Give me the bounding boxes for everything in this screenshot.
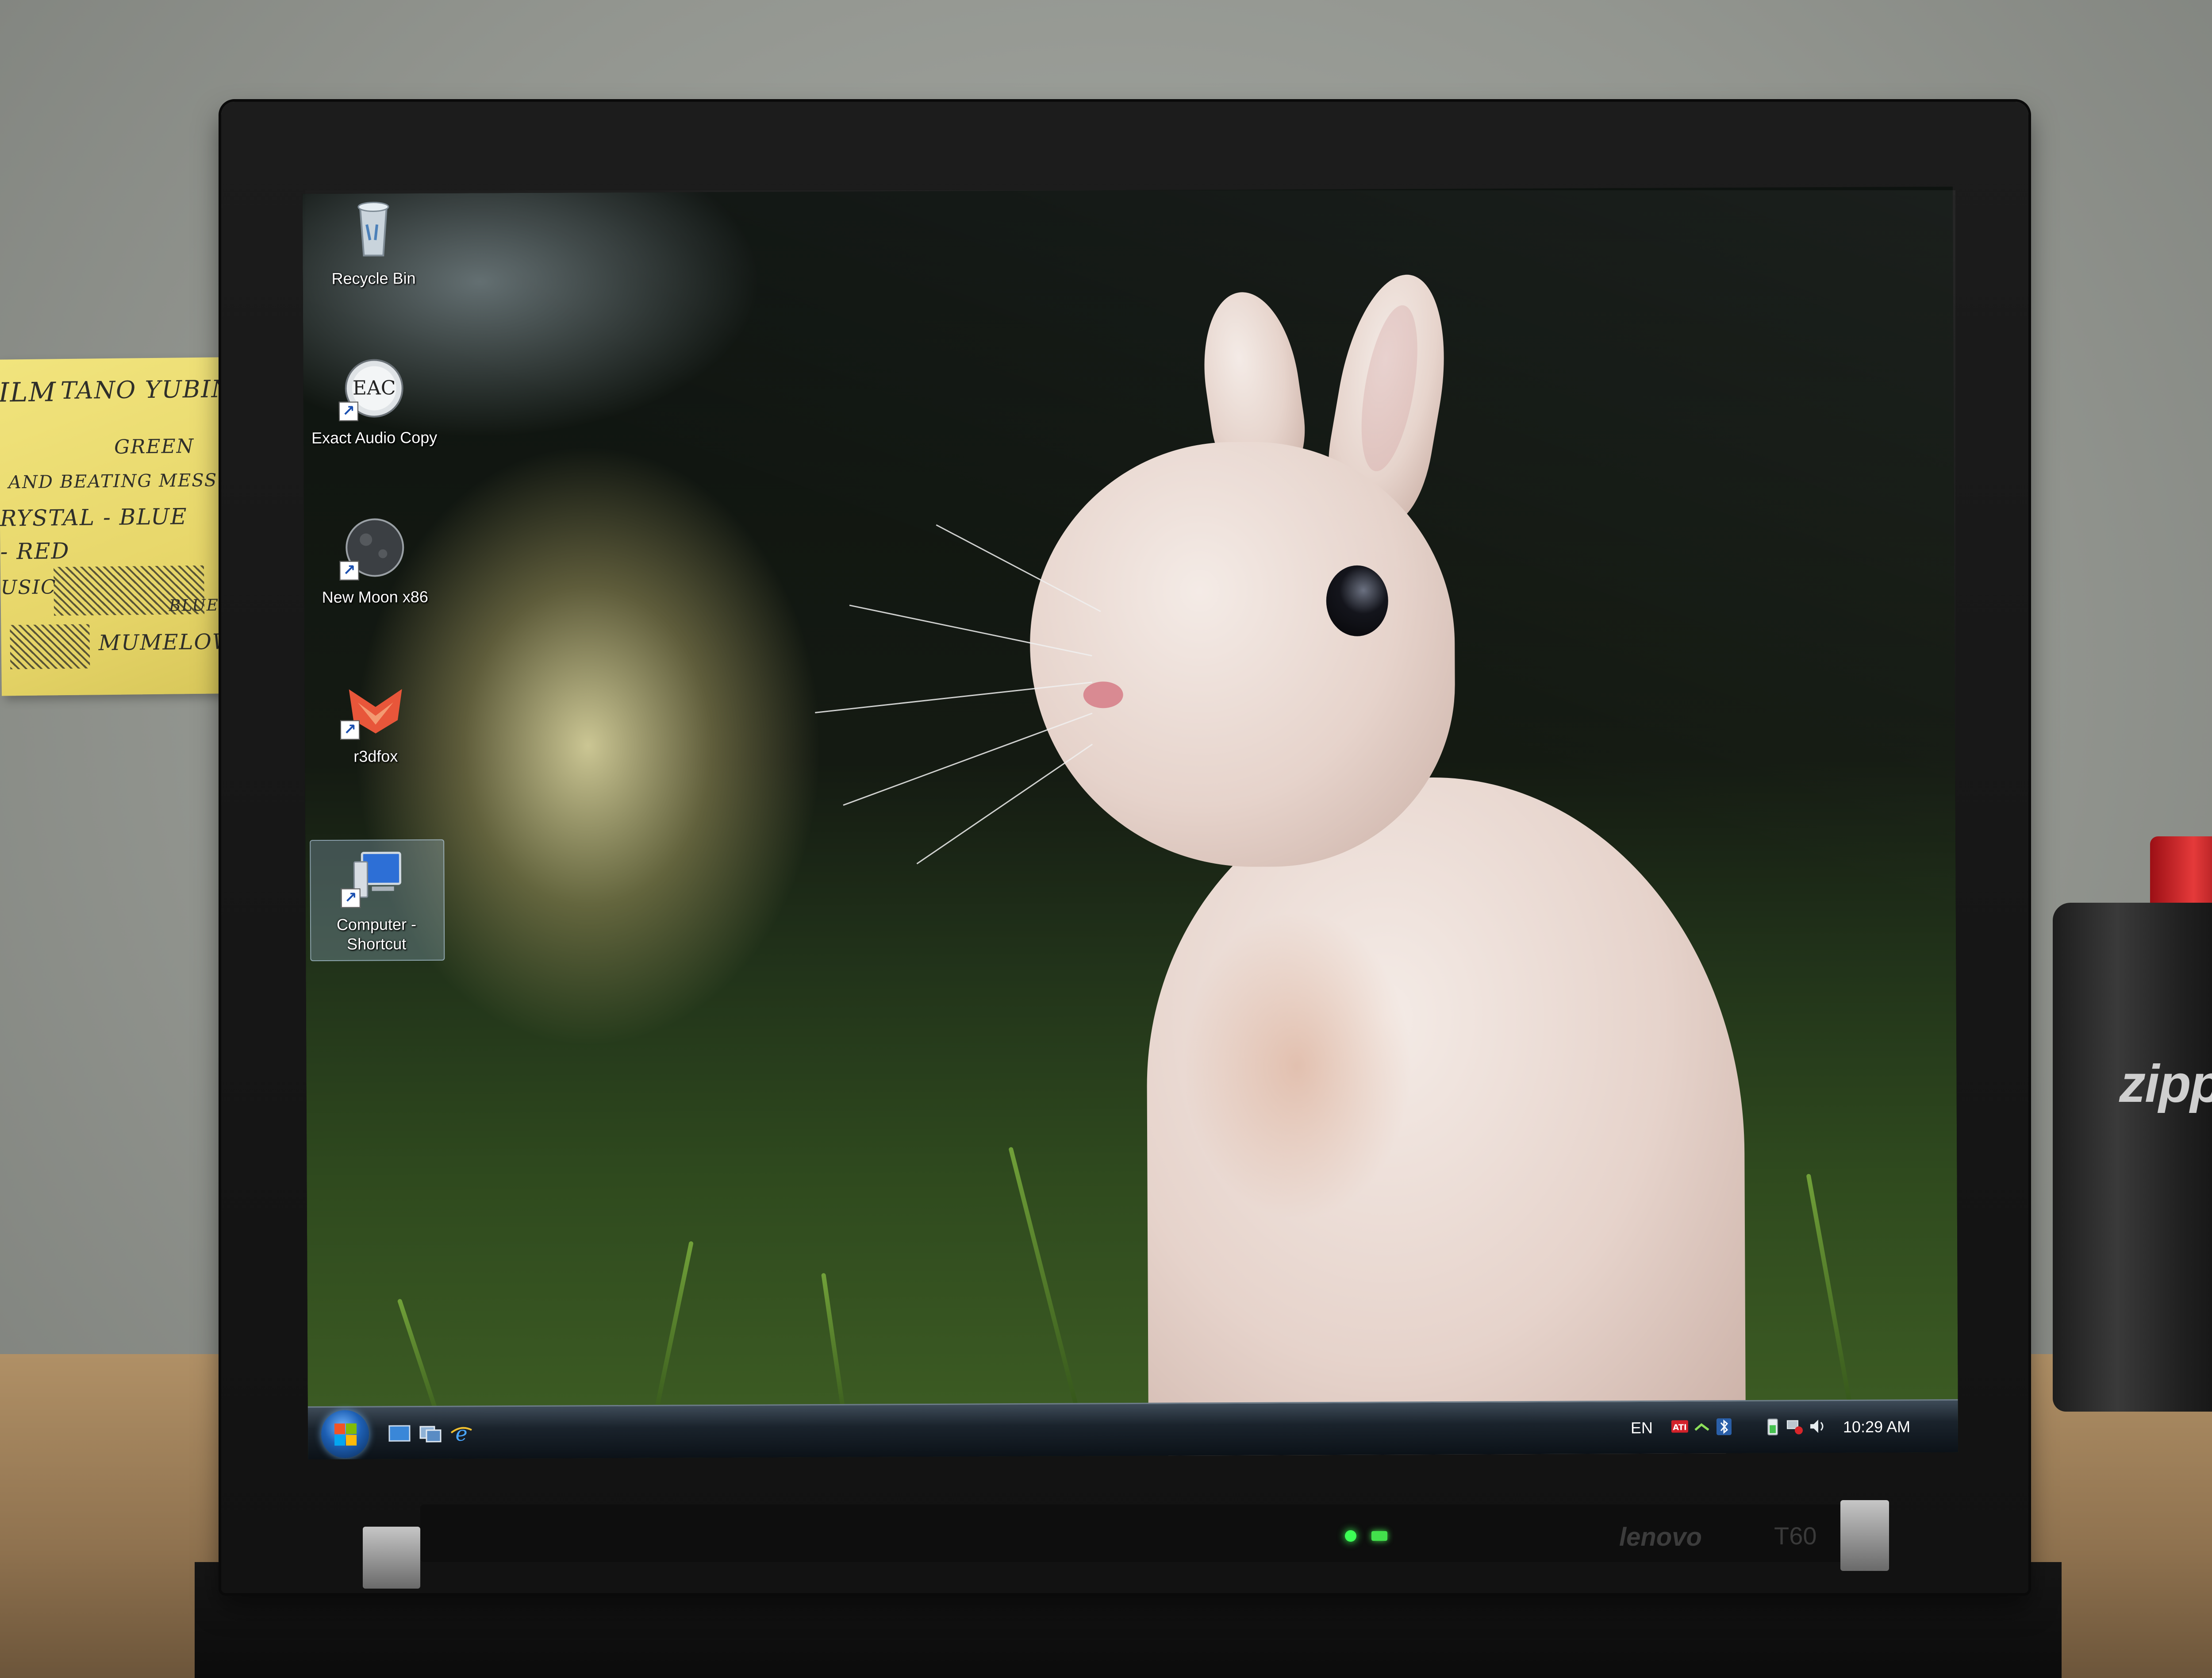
svg-text:ATI: ATI: [1673, 1423, 1687, 1432]
icon-label: New Moon x86: [322, 587, 428, 606]
shortcut-arrow-icon: ↗: [339, 561, 359, 581]
icon-label: Computer - Shortcut: [336, 915, 417, 953]
desktop-icon-computer-shortcut[interactable]: ↗ Computer - Shortcut: [310, 844, 443, 977]
windows-flag-icon: [334, 1435, 346, 1446]
show-desktop-icon[interactable]: [388, 1422, 411, 1444]
note-line: TANO YUBIN: [60, 375, 222, 405]
switch-windows-icon[interactable]: [419, 1422, 442, 1444]
hinge-right: [1840, 1500, 1889, 1571]
power-led-icon: [1345, 1530, 1356, 1542]
desktop-icon-r3dfox[interactable]: ↗ r3dfox: [309, 676, 442, 809]
svg-text:e: e: [455, 1422, 467, 1444]
model-label: T60: [1774, 1522, 1817, 1550]
icon-label: Recycle Bin: [331, 269, 416, 288]
ati-catalyst-icon[interactable]: ATI: [1671, 1417, 1689, 1437]
shortcut-arrow-icon: ↗: [338, 401, 359, 421]
windows-flag-icon: [334, 1423, 346, 1434]
volume-icon[interactable]: [1808, 1416, 1826, 1436]
note-line: RYSTAL - BLUE: [0, 504, 188, 531]
note-line: MUMELOW: [98, 629, 222, 656]
scribble: [10, 624, 90, 670]
recycle-bin-icon: [357, 201, 389, 257]
windows-flag-icon: [346, 1435, 357, 1446]
icon-label: Exact Audio Copy: [311, 428, 438, 447]
note-line: ILM: [0, 377, 57, 408]
laptop-screen: Recycle Bin EAC ↗ Exact Audio Copy ↗ New…: [302, 186, 1959, 1460]
rabbit-head: [1029, 441, 1456, 868]
desktop-icon-recycle-bin[interactable]: Recycle Bin: [307, 198, 440, 331]
desktop-icon-exact-audio-copy[interactable]: EAC ↗ Exact Audio Copy: [307, 357, 441, 490]
clock[interactable]: 10:29 AM: [1843, 1417, 1910, 1436]
battery-icon[interactable]: [1763, 1416, 1782, 1437]
note-line: USIC: [0, 576, 57, 599]
note-line: BLUE: [169, 596, 219, 615]
rabbit-wallpaper-subject: [815, 266, 1812, 1460]
brand-logo: lenovo: [1619, 1523, 1702, 1551]
taskbar: e EN ATI 10:29 AM: [307, 1399, 1959, 1460]
windows-flag-icon: [346, 1423, 357, 1434]
rabbit-eye: [1326, 565, 1389, 637]
shortcut-arrow-icon: ↗: [340, 720, 360, 740]
desktop-icon-new-moon[interactable]: ↗ New Moon x86: [308, 516, 442, 650]
note-line: GREEN: [114, 435, 195, 458]
start-orb-button[interactable]: [321, 1410, 369, 1458]
language-indicator[interactable]: EN: [1631, 1419, 1653, 1437]
rabbit-chest: [1181, 910, 1413, 1221]
battery-led-icon: [1371, 1531, 1387, 1541]
eac-glyph-text: EAC: [353, 377, 396, 399]
sticky-note: ILM TANO YUBIN GREEN AND BEATING MESS RY…: [0, 357, 222, 696]
rabbit-nose: [1083, 681, 1123, 708]
hinge-left: [363, 1527, 420, 1589]
lighter-brand-label: zippo: [2119, 1054, 2212, 1113]
note-line: AND BEATING MESS: [8, 470, 218, 493]
shortcut-arrow-icon: ↗: [341, 888, 361, 908]
note-line: - RED: [0, 538, 70, 565]
network-status-icon[interactable]: [1786, 1416, 1804, 1436]
bluetooth-icon[interactable]: [1715, 1416, 1733, 1437]
internet-explorer-icon[interactable]: e: [449, 1422, 473, 1444]
icon-label: r3dfox: [353, 747, 398, 766]
network-icon[interactable]: [1693, 1416, 1711, 1437]
zippo-lighter: [2053, 903, 2212, 1412]
